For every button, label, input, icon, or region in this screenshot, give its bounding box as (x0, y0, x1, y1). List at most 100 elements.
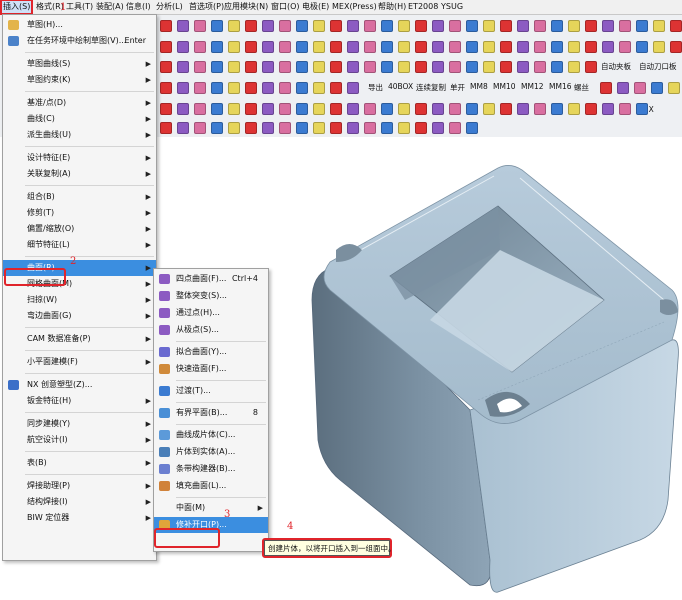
surface-submenu-item[interactable]: 条带构建器(B)... (154, 461, 268, 477)
menu-application[interactable]: 应用模块(N) (224, 1, 268, 13)
toolbar-button-icon[interactable] (483, 103, 495, 115)
toolbar-button-icon[interactable] (415, 20, 427, 32)
toolbar-button-icon[interactable] (534, 20, 546, 32)
menu-help[interactable]: 帮助(H) (378, 1, 406, 13)
toolbar-label-auto-plate[interactable]: 自动夹板 (601, 61, 631, 72)
toolbar-button-icon[interactable] (313, 20, 325, 32)
toolbar-button-icon[interactable] (432, 122, 444, 134)
toolbar-button-icon[interactable] (364, 61, 376, 73)
toolbar-button-icon[interactable] (177, 61, 189, 73)
toolbar-button-icon[interactable] (585, 61, 597, 73)
insert-menu-item[interactable]: 派生曲线(U) ▶ (3, 127, 156, 143)
toolbar-button-icon[interactable] (568, 41, 580, 53)
toolbar-button-icon[interactable] (313, 41, 325, 53)
toolbar-button-icon[interactable] (670, 20, 682, 32)
toolbar-button-icon[interactable] (534, 103, 546, 115)
insert-menu-item[interactable]: NX 创意塑型(Z)... (3, 377, 156, 393)
toolbar-button-icon[interactable] (160, 61, 172, 73)
menu-info[interactable]: 信息(I) (126, 1, 151, 13)
toolbar-button-icon[interactable] (296, 103, 308, 115)
toolbar-button-icon[interactable] (296, 122, 308, 134)
toolbar-button-icon[interactable] (585, 103, 597, 115)
toolbar-button-icon[interactable] (381, 41, 393, 53)
menu-et2008[interactable]: ET2008 (408, 1, 438, 13)
toolbar-button-icon[interactable] (245, 82, 257, 94)
toolbar-button-icon[interactable] (228, 122, 240, 134)
toolbar-button-icon[interactable] (364, 41, 376, 53)
toolbar-button-icon[interactable] (619, 103, 631, 115)
surface-submenu-item[interactable]: 从极点(S)... (154, 322, 268, 338)
toolbar-button-icon[interactable] (347, 103, 359, 115)
toolbar-button-icon[interactable] (262, 82, 274, 94)
surface-submenu-item[interactable]: 曲线成片体(C)... (154, 427, 268, 443)
toolbar-button-icon[interactable] (500, 20, 512, 32)
insert-menu-item[interactable]: 草图约束(K) ▶ (3, 72, 156, 88)
toolbar-button-icon[interactable] (245, 103, 257, 115)
toolbar-button-icon[interactable] (177, 122, 189, 134)
toolbar-button-icon[interactable] (398, 41, 410, 53)
menu-mex-press[interactable]: MEX(Press) (332, 1, 377, 13)
insert-menu-item[interactable]: 在任务环境中绘制草图(V)... Enter (3, 33, 156, 49)
toolbar-button-icon[interactable] (313, 61, 325, 73)
insert-menu-item[interactable]: 设计特征(E) ▶ (3, 150, 156, 166)
surface-submenu-item[interactable]: 整体突变(S)... (154, 288, 268, 304)
toolbar-button-icon[interactable] (668, 82, 680, 94)
toolbar-button-icon[interactable] (398, 61, 410, 73)
toolbar-button-icon[interactable] (228, 41, 240, 53)
toolbar-button-icon[interactable] (636, 103, 648, 115)
surface-submenu-item[interactable]: 填充曲面(L)... (154, 478, 268, 494)
toolbar-button-icon[interactable] (245, 61, 257, 73)
toolbar-button-icon[interactable] (177, 41, 189, 53)
menu-ysug[interactable]: YSUG (441, 1, 463, 13)
toolbar-button-icon[interactable] (483, 20, 495, 32)
toolbar-button-icon[interactable] (602, 41, 614, 53)
toolbar-button-icon[interactable] (415, 61, 427, 73)
insert-menu-item[interactable]: 细节特征(L) ▶ (3, 237, 156, 253)
toolbar-button-icon[interactable] (653, 20, 665, 32)
insert-menu-item[interactable]: 组合(B) ▶ (3, 189, 156, 205)
toolbar-button-icon[interactable] (347, 20, 359, 32)
toolbar-button-icon[interactable] (347, 41, 359, 53)
surface-submenu-item[interactable]: 通过点(H)... (154, 305, 268, 321)
toolbar-button-icon[interactable] (432, 103, 444, 115)
toolbar-label-continuous-copy[interactable]: 连续复制 (416, 82, 446, 93)
toolbar-button-icon[interactable] (449, 61, 461, 73)
toolbar-button-icon[interactable] (160, 20, 172, 32)
insert-menu-item[interactable]: 小平面建模(F) ▶ (3, 354, 156, 370)
toolbar-button-icon[interactable] (600, 82, 612, 94)
insert-menu-item[interactable]: 弯边曲面(G) ▶ (3, 308, 156, 324)
toolbar-button-icon[interactable] (194, 61, 206, 73)
insert-menu-item[interactable]: 扫掠(W) ▶ (3, 292, 156, 308)
toolbar-button-icon[interactable] (364, 122, 376, 134)
toolbar-button-icon[interactable] (466, 122, 478, 134)
toolbar-button-icon[interactable] (228, 103, 240, 115)
toolbar-button-icon[interactable] (262, 103, 274, 115)
toolbar-button-icon[interactable] (194, 20, 206, 32)
toolbar-button-icon[interactable] (330, 61, 342, 73)
toolbar-button-icon[interactable] (330, 122, 342, 134)
toolbar-button-icon[interactable] (160, 41, 172, 53)
toolbar-button-icon[interactable] (228, 20, 240, 32)
toolbar-button-icon[interactable] (211, 20, 223, 32)
toolbar-button-icon[interactable] (636, 20, 648, 32)
menu-insert[interactable]: 插入(S) (0, 0, 34, 15)
toolbar-button-icon[interactable] (296, 41, 308, 53)
toolbar-button-icon[interactable] (517, 41, 529, 53)
toolbar-button-icon[interactable] (602, 103, 614, 115)
insert-menu-item[interactable]: 表(B) ▶ (3, 455, 156, 471)
menu-window[interactable]: 窗口(O) (271, 1, 300, 13)
toolbar-button-icon[interactable] (211, 82, 223, 94)
toolbar-button-icon[interactable] (568, 20, 580, 32)
insert-menu-item[interactable]: 修剪(T) ▶ (3, 205, 156, 221)
toolbar-button-icon[interactable] (381, 122, 393, 134)
menu-electrode[interactable]: 电极(E) (302, 1, 329, 13)
toolbar-button-icon[interactable] (262, 20, 274, 32)
toolbar-label-mm12[interactable]: MM12 (521, 82, 544, 91)
toolbar-button-icon[interactable] (415, 122, 427, 134)
menu-tools[interactable]: 工具(T) (66, 1, 93, 13)
toolbar-button-icon[interactable] (347, 82, 359, 94)
surface-submenu-item[interactable]: 拟合曲面(Y)... (154, 344, 268, 360)
toolbar-label-mm8[interactable]: MM8 (470, 82, 488, 91)
toolbar-button-icon[interactable] (551, 103, 563, 115)
toolbar-button-icon[interactable] (228, 82, 240, 94)
